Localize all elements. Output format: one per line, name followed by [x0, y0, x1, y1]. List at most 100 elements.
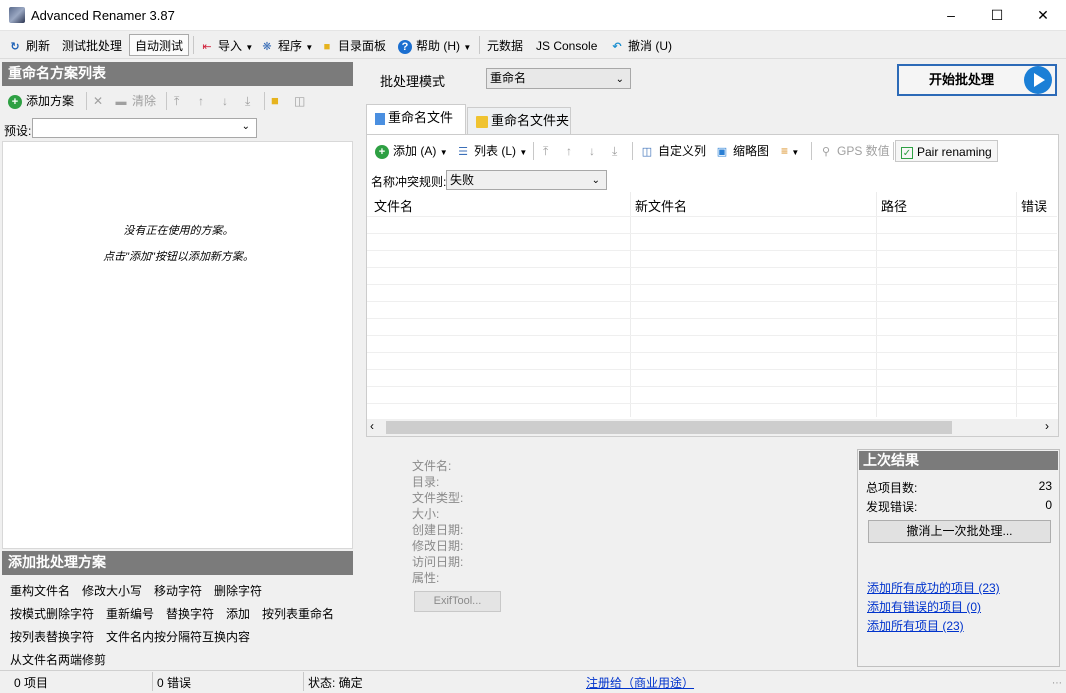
custom-columns-button[interactable]: ◫ 自定义列 — [640, 140, 706, 162]
maximize-button[interactable]: ☐ — [974, 0, 1020, 31]
view-options-menu[interactable]: ≡ ▼ — [781, 140, 799, 162]
program-menu[interactable]: ❋ 程序 ▼ — [260, 35, 313, 57]
conflict-rule-select[interactable]: 失败 ⌄ — [446, 170, 607, 190]
help-icon: ? — [398, 39, 412, 54]
add-batch-methods: 重构文件名 修改大小写 移动字符 删除字符 按模式删除字符 重新编号 替换字符 … — [2, 576, 353, 670]
total-items-value: 23 — [1038, 479, 1052, 493]
tab-rename-folders[interactable]: 重命名文件夹 — [467, 107, 571, 135]
info-filetype-label: 文件类型: — [412, 491, 464, 505]
pair-renaming-toggle[interactable]: ✓ Pair renaming — [895, 140, 998, 162]
add-files-menu[interactable]: + 添加 (A) ▼ — [375, 140, 448, 162]
gps-values-button[interactable]: ⚲ GPS 数值 — [819, 140, 890, 162]
undo-last-batch-button[interactable]: 撤消上一次批处理... — [868, 520, 1051, 543]
move-top-button[interactable]: ⤒ — [543, 140, 548, 162]
batch-mode-select[interactable]: 重命名 ⌄ — [486, 68, 631, 89]
window-title: Advanced Renamer 3.87 — [31, 8, 175, 23]
method-link[interactable]: 删除字符 — [214, 582, 262, 599]
method-link[interactable]: 添加 — [226, 605, 250, 622]
add-icon: + — [8, 94, 22, 109]
column-header-filename[interactable]: 文件名 — [374, 196, 413, 215]
method-link[interactable]: 替换字符 — [166, 605, 214, 622]
scrollbar-thumb[interactable] — [386, 421, 952, 434]
js-console-button[interactable]: JS Console — [536, 35, 597, 57]
move-up-button[interactable]: ↑ — [566, 140, 572, 162]
dir-panel-button[interactable]: ■ 目录面板 — [320, 35, 386, 57]
scroll-left-icon[interactable]: ‹ — [370, 419, 374, 433]
location-pin-icon: ⚲ — [821, 145, 831, 158]
info-accessed-label: 访问日期: — [412, 555, 464, 569]
close-button[interactable]: ✕ — [1020, 0, 1066, 31]
method-link[interactable]: 修改大小写 — [82, 582, 142, 599]
minimize-button[interactable]: – — [928, 0, 974, 31]
conflict-rule-label: 名称冲突规则: — [371, 175, 447, 189]
undo-icon: ↶ — [612, 40, 622, 53]
status-divider — [303, 672, 304, 691]
list-icon: ☰ — [458, 145, 468, 158]
refresh-button[interactable]: ↻ 刷新 — [8, 35, 50, 57]
method-link[interactable]: 按列表替换字符 — [10, 628, 94, 645]
method-link[interactable]: 移动字符 — [154, 582, 202, 599]
save-icon: ◫ — [294, 94, 306, 108]
column-header-path[interactable]: 路径 — [881, 196, 907, 215]
help-menu[interactable]: ? 帮助 (H) ▼ — [398, 35, 471, 57]
add-errors-link[interactable]: 添加有错误的项目 (0) — [867, 598, 981, 615]
row-divider — [367, 352, 1057, 353]
scroll-right-icon[interactable]: › — [1045, 419, 1049, 433]
thumbnails-button[interactable]: ▣ 缩略图 — [715, 140, 769, 162]
status-errors: 0 错误 — [157, 676, 192, 690]
chevron-down-icon: ⌄ — [241, 121, 250, 132]
resize-grip-icon[interactable]: ⋯ — [1052, 678, 1062, 689]
add-all-link[interactable]: 添加所有项目 (23) — [867, 617, 964, 634]
exiftool-button[interactable]: ExifTool... — [414, 591, 501, 612]
row-divider — [367, 386, 1057, 387]
chevron-down-icon: ▼ — [305, 43, 314, 52]
column-header-new-filename[interactable]: 新文件名 — [635, 196, 687, 215]
status-items: 0 项目 — [14, 676, 49, 690]
move-bottom-button[interactable]: ⤓ — [612, 140, 617, 162]
move-down-button[interactable]: ↓ — [589, 140, 595, 162]
row-divider — [367, 369, 1057, 370]
move-down-button[interactable]: ↓ — [222, 90, 228, 112]
info-created-label: 创建日期: — [412, 523, 464, 537]
delete-method-button[interactable]: ✕ — [93, 90, 103, 112]
save-preset-button[interactable]: ◫ — [294, 90, 305, 112]
method-list[interactable]: 没有正在使用的方案。 点击"添加"按钮以添加新方案。 — [2, 141, 353, 549]
preset-select[interactable]: ⌄ — [32, 118, 257, 138]
clear-button[interactable]: ▬ 清除 — [114, 90, 157, 112]
move-bottom-button[interactable]: ⤓ — [245, 90, 250, 112]
row-divider — [367, 216, 1057, 217]
add-success-link[interactable]: 添加所有成功的项目 (23) — [867, 579, 1000, 596]
register-link[interactable]: 注册给（商业用途） — [586, 674, 694, 691]
metadata-button[interactable]: 元数据 — [487, 35, 523, 57]
open-preset-button[interactable]: ■ — [271, 90, 279, 112]
move-up-button[interactable]: ↑ — [198, 90, 204, 112]
arrow-down-icon: ↓ — [589, 144, 595, 158]
method-link[interactable]: 按模式删除字符 — [10, 605, 94, 622]
move-top-button[interactable]: ⤒ — [174, 90, 179, 112]
toolbar-divider — [86, 92, 87, 110]
auto-test-toggle[interactable]: 自动测试 — [129, 34, 190, 56]
tab-rename-files[interactable]: 重命名文件 — [366, 104, 466, 135]
errors-found-value: 0 — [1045, 498, 1052, 512]
row-divider — [367, 403, 1057, 404]
method-link[interactable]: 重构文件名 — [10, 582, 70, 599]
chevron-down-icon: ▼ — [439, 148, 448, 157]
column-header-error[interactable]: 错误 — [1021, 196, 1047, 215]
list-menu[interactable]: ☰ 列表 (L) ▼ — [456, 140, 527, 162]
test-batch-button[interactable]: 测试批处理 — [62, 35, 122, 57]
info-modified-label: 修改日期: — [412, 539, 464, 553]
refresh-icon: ↻ — [10, 40, 20, 53]
undo-button[interactable]: ↶ 撤消 (U) — [610, 35, 672, 57]
columns-icon: ◫ — [641, 145, 653, 158]
toolbar-divider — [632, 142, 633, 160]
method-link[interactable]: 按列表重命名 — [262, 605, 334, 622]
chevron-down-icon: ▼ — [463, 43, 472, 52]
import-menu[interactable]: ⇤ 导入 ▼ — [200, 35, 253, 57]
method-link[interactable]: 从文件名两端修剪 — [10, 651, 106, 668]
chevron-down-icon: ▼ — [519, 148, 528, 157]
method-link[interactable]: 文件名内按分隔符互换内容 — [106, 628, 250, 645]
total-items-label: 总项目数: — [866, 481, 918, 495]
method-list-toolbar: + 添加方案 ✕ ▬ 清除 ⤒ ↑ ↓ ⤓ ■ ◫ — [2, 88, 353, 112]
method-link[interactable]: 重新编号 — [106, 605, 154, 622]
add-method-button[interactable]: + 添加方案 — [8, 90, 74, 112]
